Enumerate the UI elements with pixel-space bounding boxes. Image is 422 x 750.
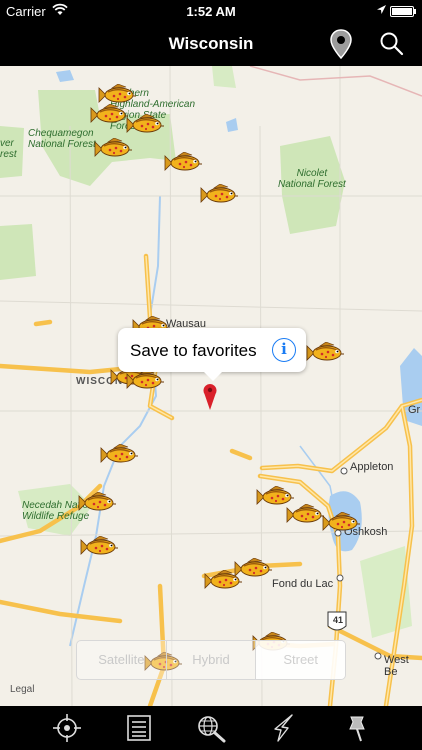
fish-spot-marker[interactable] [80,535,120,558]
page-title: Wisconsin [168,34,254,53]
lightning-weather-icon[interactable] [270,713,300,743]
city-label: Appleton [350,461,394,473]
globe-search-icon[interactable] [196,713,226,743]
city-label: Fond du Lac [272,578,334,590]
status-bar: Carrier 1:52 AM [0,0,422,22]
fish-spot-marker[interactable] [126,369,166,392]
navigation-bar: Wisconsin [0,22,422,66]
park-label: Chequamegon National Forest [28,128,96,150]
search-icon[interactable] [378,30,406,58]
callout-text: Save to favorites [130,341,257,360]
location-arrow-icon [377,5,386,14]
fish-spot-marker[interactable] [322,511,362,534]
info-icon[interactable]: i [272,338,296,362]
pushpin-icon[interactable] [342,713,372,743]
battery-icon [390,6,414,17]
list-icon[interactable] [124,713,154,743]
fish-spot-marker[interactable] [126,113,166,136]
dropped-pin-icon[interactable] [202,382,218,412]
park-label: ver rest [0,138,17,160]
fish-spot-marker[interactable] [98,83,138,106]
park-label: Nicolet National Forest [278,168,346,190]
fish-spot-marker[interactable] [164,151,204,174]
highway-shield-label: 41 [332,615,343,625]
location-pin-icon[interactable] [328,28,354,60]
clock: 1:52 AM [186,4,236,19]
fish-spot-marker[interactable] [200,183,240,206]
battery-tip [414,9,416,14]
fish-spot-marker[interactable] [286,503,326,526]
fish-spot-marker[interactable] [306,341,346,364]
save-favorites-callout[interactable]: Save to favorites i [118,328,306,381]
map-view[interactable]: Northern Highland-American Legion State … [0,66,422,706]
fish-spot-marker[interactable] [94,137,134,160]
fish-spot-marker[interactable] [234,557,274,580]
map-type-hybrid[interactable]: Hybrid [167,641,257,679]
city-label: Gr [408,404,421,416]
crosshair-locate-icon[interactable] [52,713,82,743]
map-type-street[interactable]: Street [256,641,345,679]
tab-bar [0,706,422,750]
city-label: West Be [384,654,409,678]
map-type-satellite[interactable]: Satellite [77,641,167,679]
fish-spot-marker[interactable] [78,491,118,514]
fish-spot-marker[interactable] [100,443,140,466]
map-type-control: Satellite Hybrid Street [76,640,346,680]
legal-link[interactable]: Legal [10,684,34,695]
fish-spot-marker[interactable] [90,103,130,126]
